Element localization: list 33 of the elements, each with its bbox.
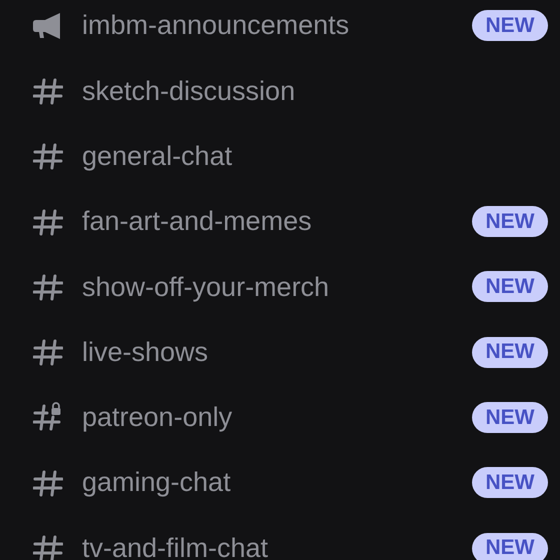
new-badge: NEW <box>472 336 548 368</box>
locked-hash-icon <box>33 402 63 432</box>
channel-name: sketch-discussion <box>82 74 296 108</box>
channel-item[interactable]: sketch-discussion <box>0 58 560 124</box>
channel-name: patreon-only <box>82 401 234 434</box>
channel-item[interactable]: live-shows NEW <box>0 319 560 385</box>
channel-name: imbm-announcements <box>82 9 350 42</box>
channel-item[interactable]: fan-art-and-memes NEW <box>0 188 560 254</box>
hash-icon <box>33 141 63 172</box>
channel-name: tv-and-film-chat <box>82 532 270 560</box>
new-badge: NEW <box>472 467 548 498</box>
channel-item[interactable]: gaming-chat NEW <box>0 450 560 516</box>
new-badge: NEW <box>472 402 548 433</box>
channel-item[interactable]: general-chat <box>0 124 560 189</box>
channel-name: general-chat <box>82 140 234 173</box>
channel-item[interactable]: patreon-only NEW <box>0 384 560 450</box>
channel-item[interactable]: show-off-your-merch NEW <box>0 254 560 320</box>
channel-name: gaming-chat <box>82 466 232 500</box>
new-badge: NEW <box>472 10 548 42</box>
channel-name: live-shows <box>82 336 210 369</box>
hash-icon <box>33 468 63 498</box>
channel-item[interactable]: tv-and-film-chat NEW <box>0 515 560 560</box>
new-badge: NEW <box>472 206 548 238</box>
hash-icon <box>33 533 63 560</box>
new-badge: NEW <box>472 271 548 302</box>
channel-name: fan-art-and-memes <box>82 205 313 238</box>
channel-name: show-off-your-merch <box>82 270 330 304</box>
hash-icon <box>33 206 63 237</box>
hash-icon <box>33 272 63 302</box>
channel-item[interactable]: imbm-announcements NEW <box>0 0 560 58</box>
new-badge: NEW <box>472 532 548 560</box>
hash-icon <box>33 76 63 106</box>
hash-icon <box>33 337 63 368</box>
